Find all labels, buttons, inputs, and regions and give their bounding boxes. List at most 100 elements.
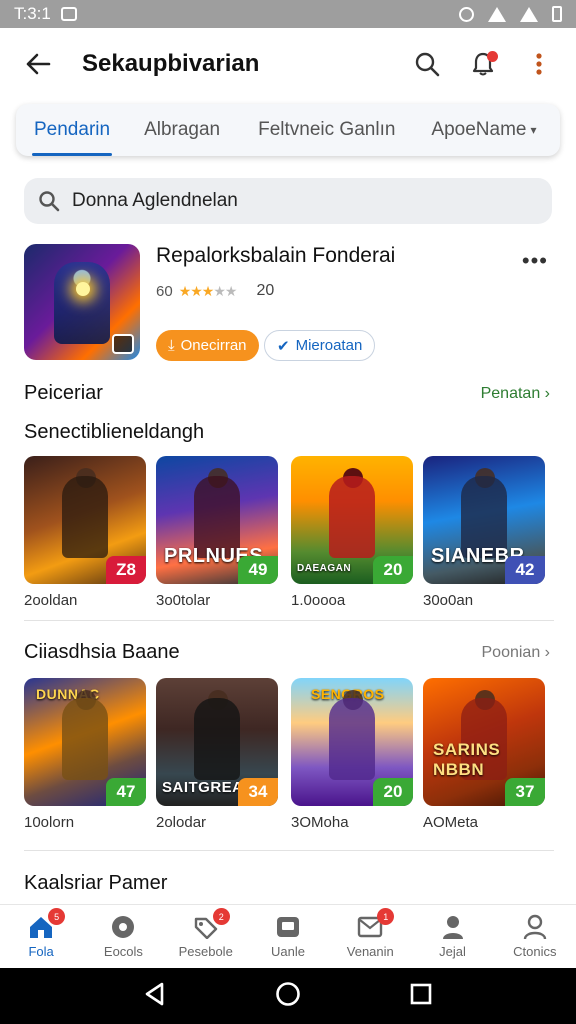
score-badge: 20 [373, 556, 413, 584]
game-thumbnail[interactable]: SAITGREAS 34 [156, 678, 278, 806]
tag-icon: 2 [192, 908, 230, 940]
featured-app-title: Repalorksbalain Fonderai [156, 244, 396, 267]
featured-rating: 60 ★★★★★ 20 [156, 282, 274, 300]
score-badge: 42 [505, 556, 545, 584]
star-rating-icon: ★★★★★ [178, 282, 238, 299]
circle-icon [109, 914, 137, 940]
score-badge: 47 [106, 778, 146, 806]
card-icon [274, 914, 302, 940]
more-horiz-icon[interactable]: ••• [522, 248, 548, 274]
game-card[interactable]: PRLNUES 49 3o0tolar [156, 456, 278, 609]
game-card[interactable]: Z8 2ooldan [24, 456, 146, 609]
game-thumbnail[interactable]: DUNNAC 47 [24, 678, 146, 806]
wifi-icon [488, 6, 506, 22]
tab-apoename[interactable]: ApoeName ▾ [429, 104, 538, 156]
game-thumbnail[interactable]: SENGROS 20 [291, 678, 413, 806]
nav-item-ctonics[interactable]: Ctonics [494, 905, 576, 968]
search-input[interactable]: Donna Aglendnelan [24, 178, 552, 224]
game-card[interactable]: DUNNAC 47 10olorn [24, 678, 146, 831]
game-count: 1.0oooa [291, 592, 346, 609]
media-badge-icon [112, 334, 134, 354]
user-icon [439, 914, 467, 940]
divider [24, 850, 554, 851]
score-badge: 37 [505, 778, 545, 806]
tab-pendarin[interactable]: Pendarin [32, 104, 113, 156]
bottom-navigation: 5 Fola Eocols 2 Pesebole Uanle 1 Venanin… [0, 904, 576, 968]
category-tabs: Pendarin Albragan Feltvneic Ganlın ApoeN… [16, 104, 560, 156]
download-icon: ⤓ [168, 337, 175, 354]
system-recents-icon[interactable] [410, 983, 432, 1010]
tab-feltvneic[interactable]: Feltvneic Ganlın [256, 104, 397, 156]
battery-icon [552, 6, 562, 22]
character-figure [62, 476, 108, 558]
game-card[interactable]: SIANEBR 42 30o0an [423, 456, 545, 609]
tab-label: Albragan [144, 119, 221, 140]
more-vert-icon[interactable] [524, 49, 554, 79]
nav-label: Uanle [271, 944, 305, 959]
nav-label: Ctonics [513, 944, 557, 959]
game-thumbnail[interactable]: SIANEBR 42 [423, 456, 545, 584]
hero-figure [54, 262, 110, 344]
game-card[interactable]: SAITGREAS 34 2olodar [156, 678, 278, 831]
tab-label: Feltvneic Ganlın [258, 119, 396, 140]
game-count: 10olorn [24, 814, 75, 831]
nav-badge: 1 [377, 908, 395, 925]
game-count: 3o0tolar [156, 592, 211, 609]
status-bar: T:3:1 [0, 0, 576, 28]
nav-item-uanle[interactable]: Uanle [247, 905, 329, 968]
notification-dot [487, 51, 498, 62]
check-icon: ✔ [277, 337, 290, 355]
featured-app[interactable]: Repalorksbalain Fonderai ••• 60 ★★★★★ 20… [24, 244, 552, 362]
game-count: 2ooldan [24, 592, 78, 609]
nav-badge: 2 [212, 908, 230, 925]
secondary-action-button[interactable]: ✔ Mieroatan [264, 330, 376, 361]
section-2-link[interactable]: Poonian › [482, 644, 551, 662]
nav-item-pesebole[interactable]: 2 Pesebole [165, 905, 247, 968]
nav-item-fola[interactable]: 5 Fola [0, 905, 82, 968]
notification-bell-icon[interactable] [468, 49, 498, 79]
nav-item-eocols[interactable]: Eocols [82, 905, 164, 968]
profile-icon [521, 914, 549, 940]
game-thumbnail[interactable]: PRLNUES 49 [156, 456, 278, 584]
tab-label: Pendarin [34, 119, 111, 140]
system-back-icon[interactable] [144, 982, 166, 1011]
system-navigation-bar [0, 968, 576, 1024]
nav-item-jejal[interactable]: Jejal [411, 905, 493, 968]
chevron-right-icon: › [544, 644, 550, 661]
section-header-label: Peiceriar [24, 382, 103, 404]
tab-albragan[interactable]: Albragan [142, 104, 222, 156]
game-card[interactable]: SARINS NBBN 37 AOMeta [423, 678, 545, 831]
app-bar: Sekaupbivarian [0, 28, 576, 100]
featured-app-image[interactable] [24, 244, 140, 360]
search-field-icon [39, 191, 60, 212]
game-card[interactable]: DAEAGAN 20 1.0oooa [291, 456, 413, 609]
back-arrow-icon[interactable] [22, 48, 54, 80]
tab-label: ApoeName [431, 119, 527, 140]
nav-label: Jejal [439, 944, 466, 959]
game-row-2: DUNNAC 47 10olorn SAITGREAS 34 2olodar S… [24, 678, 576, 838]
game-title-art: DAEAGAN [297, 563, 352, 574]
game-count: 3OMoha [291, 814, 349, 831]
energy-glow [76, 282, 90, 296]
signal-icon [520, 6, 538, 22]
character-figure [329, 698, 375, 780]
link-label: Penatan [480, 385, 541, 402]
search-value: Donna Aglendnelan [72, 190, 238, 211]
primary-action-button[interactable]: ⤓ Onecirran [156, 330, 259, 361]
score-badge: 20 [373, 778, 413, 806]
section-1-title: Senectiblieneldangh [24, 421, 205, 443]
search-icon[interactable] [412, 49, 442, 79]
status-time: T:3:1 [14, 4, 51, 23]
game-thumbnail[interactable]: DAEAGAN 20 [291, 456, 413, 584]
section-header-link[interactable]: Penatan › [481, 385, 550, 403]
game-card[interactable]: SENGROS 20 3OMoha [291, 678, 413, 831]
nav-item-venanin[interactable]: 1 Venanin [329, 905, 411, 968]
link-label: Poonian [481, 644, 541, 661]
score-badge: 49 [238, 556, 278, 584]
game-thumbnail[interactable]: SARINS NBBN 37 [423, 678, 545, 806]
nav-label: Eocols [103, 944, 143, 959]
score-badge: 34 [238, 778, 278, 806]
game-thumbnail[interactable]: Z8 [24, 456, 146, 584]
system-home-icon[interactable] [275, 981, 301, 1012]
page-title: Sekaupbivarian [82, 50, 260, 77]
